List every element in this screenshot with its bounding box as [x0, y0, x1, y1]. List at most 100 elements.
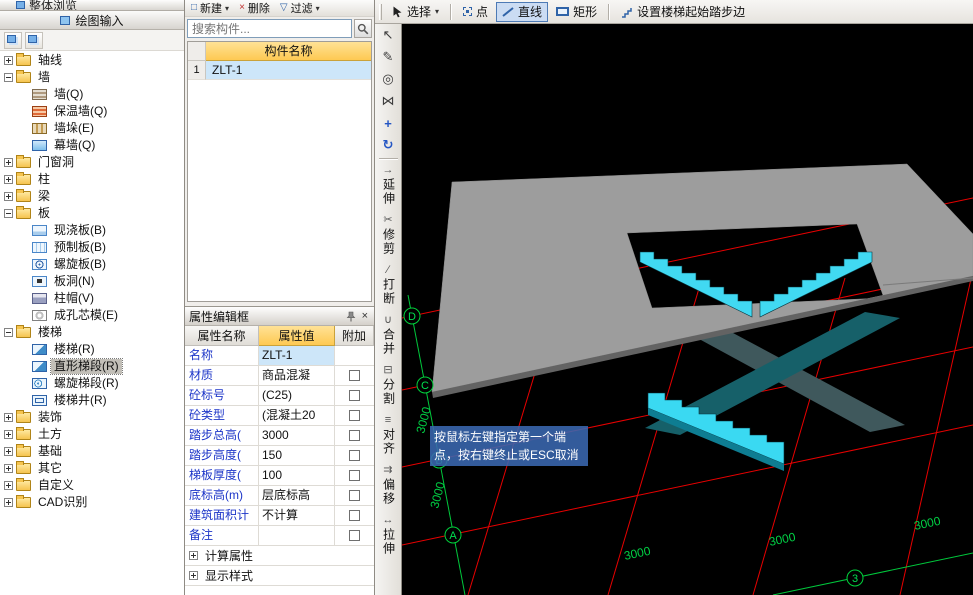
tree-item[interactable]: 楼梯(R) — [0, 341, 184, 358]
tree-item[interactable]: 柱 — [0, 171, 184, 188]
property-value[interactable]: 不计算 — [259, 506, 335, 526]
attach-checkbox[interactable] — [349, 430, 360, 441]
filter-button[interactable]: ▽ 过滤 ▾ — [276, 0, 324, 17]
tree-expander-icon[interactable] — [4, 328, 13, 337]
tree-item[interactable]: 轴线 — [0, 52, 184, 69]
mirror-icon[interactable]: ⋈ — [377, 90, 400, 112]
attach-checkbox[interactable] — [349, 370, 360, 381]
tree-item[interactable]: 梁 — [0, 188, 184, 205]
property-value[interactable] — [259, 526, 335, 546]
pin-icon[interactable] — [346, 311, 356, 322]
attach-checkbox[interactable] — [349, 470, 360, 481]
stretch-tool-button[interactable]: ↔ 拉伸 — [376, 512, 401, 562]
tree-item[interactable]: 楼梯井(R) — [0, 392, 184, 409]
tree-item[interactable]: 自定义 — [0, 477, 184, 494]
extend-tool-button[interactable]: → 延伸 — [376, 162, 401, 212]
property-value[interactable]: (C25) — [259, 386, 335, 406]
layer-view-button[interactable] — [4, 31, 22, 49]
tree-item[interactable]: 直形梯段(R) — [0, 358, 184, 375]
move-icon[interactable]: + — [377, 112, 400, 134]
attach-checkbox[interactable] — [349, 510, 360, 521]
floor-slab[interactable] — [431, 163, 973, 393]
property-value[interactable]: 商品混凝 — [259, 366, 335, 386]
tree-expander-icon[interactable] — [4, 413, 13, 422]
component-row[interactable]: 1 ZLT-1 — [188, 61, 371, 80]
component-name[interactable]: ZLT-1 — [206, 61, 371, 80]
tree-item[interactable]: 幕墙(Q) — [0, 137, 184, 154]
tree-item[interactable]: 螺旋板(B) — [0, 256, 184, 273]
align-tool-button[interactable]: ≡ 对齐 — [376, 412, 401, 462]
tree-expander-icon[interactable] — [4, 56, 13, 65]
tree-item[interactable]: 板洞(N) — [0, 273, 184, 290]
tree-item[interactable]: 墙(Q) — [0, 86, 184, 103]
tree-expander-icon[interactable] — [4, 498, 13, 507]
tree-expander-icon[interactable] — [4, 175, 13, 184]
search-input[interactable] — [187, 19, 352, 38]
core-mold-icon — [32, 310, 47, 321]
tree-expander-icon[interactable] — [4, 447, 13, 456]
3d-viewport[interactable]: D C B A 3 3000 3000 3000 3000 3000 按鼠标左键… — [402, 24, 973, 595]
break-tool-button[interactable]: ∕ 打断 — [376, 262, 401, 312]
attach-checkbox[interactable] — [349, 530, 360, 541]
group-expander-icon[interactable] — [189, 571, 198, 580]
tree-expander-icon[interactable] — [4, 192, 13, 201]
delete-button[interactable]: × 删除 — [235, 0, 274, 17]
attach-checkbox[interactable] — [349, 450, 360, 461]
attach-checkbox[interactable] — [349, 410, 360, 421]
spiral-icon[interactable]: ◎ — [377, 68, 400, 90]
attach-checkbox[interactable] — [349, 490, 360, 501]
layer-edit-button[interactable] — [25, 31, 43, 49]
tool-label: 修剪 — [381, 228, 396, 256]
trim-tool-button[interactable]: ✂ 修剪 — [376, 212, 401, 262]
property-value[interactable]: 100 — [259, 466, 335, 486]
tree-item[interactable]: 板 — [0, 205, 184, 222]
tree-item[interactable]: 基础 — [0, 443, 184, 460]
select-cursor-icon[interactable]: ↖ — [377, 24, 400, 46]
attach-checkbox[interactable] — [349, 390, 360, 401]
nav-top-partial-bar[interactable]: 整体浏览 — [0, 0, 184, 11]
rotate-icon[interactable]: ↻ — [377, 134, 400, 156]
line-tool-button[interactable]: 直线 — [496, 1, 549, 22]
tree-expander-icon[interactable] — [4, 481, 13, 490]
tree-item[interactable]: 土方 — [0, 426, 184, 443]
stair-start-edge-button[interactable]: 设置楼梯起始踏步边 — [615, 2, 751, 22]
search-button[interactable] — [354, 19, 372, 38]
tree-item[interactable]: 墙 — [0, 69, 184, 86]
tree-item[interactable]: 螺旋梯段(R) — [0, 375, 184, 392]
tree-expander-icon[interactable] — [4, 73, 13, 82]
tree-item[interactable]: CAD识别 — [0, 494, 184, 511]
tree-expander-icon[interactable] — [4, 209, 13, 218]
property-value[interactable]: 层底标高 — [259, 486, 335, 506]
point-tool-button[interactable]: 点 — [457, 2, 494, 22]
tree-item[interactable]: 墙垛(E) — [0, 120, 184, 137]
property-value[interactable]: ZLT-1 — [259, 346, 335, 366]
brush-icon[interactable]: ✎ — [377, 46, 400, 68]
tree-item[interactable]: 其它 — [0, 460, 184, 477]
tree-item[interactable]: 预制板(B) — [0, 239, 184, 256]
tree-item[interactable]: 保温墙(Q) — [0, 103, 184, 120]
close-icon[interactable]: × — [360, 310, 370, 322]
group-expander-icon[interactable] — [189, 551, 198, 560]
property-value[interactable]: 150 — [259, 446, 335, 466]
divide-tool-button[interactable]: ⊟ 分割 — [376, 362, 401, 412]
toolbar-grip[interactable] — [379, 3, 382, 20]
property-value[interactable]: (混凝土20 — [259, 406, 335, 426]
offset-tool-button[interactable]: ⇉ 偏移 — [376, 462, 401, 512]
tab-drawing-input[interactable]: 绘图输入 — [0, 11, 184, 30]
tree-expander-icon[interactable] — [4, 430, 13, 439]
property-value[interactable]: 3000 — [259, 426, 335, 446]
property-group-row[interactable]: 显示样式 — [185, 566, 374, 586]
tree-item[interactable]: 装饰 — [0, 409, 184, 426]
tree-expander-icon[interactable] — [4, 158, 13, 167]
merge-tool-button[interactable]: ∪ 合并 — [376, 312, 401, 362]
tree-item[interactable]: 柱帽(V) — [0, 290, 184, 307]
tree-item[interactable]: 楼梯 — [0, 324, 184, 341]
new-button[interactable]: □ 新建 ▾ — [187, 0, 233, 17]
tree-item[interactable]: 成孔芯模(E) — [0, 307, 184, 324]
tree-expander-icon[interactable] — [4, 464, 13, 473]
tree-item[interactable]: 现浇板(B) — [0, 222, 184, 239]
property-group-row[interactable]: 计算属性 — [185, 546, 374, 566]
tree-item[interactable]: 门窗洞 — [0, 154, 184, 171]
select-tool-button[interactable]: 选择 ▾ — [386, 2, 445, 22]
rect-tool-button[interactable]: 矩形 — [550, 2, 603, 22]
